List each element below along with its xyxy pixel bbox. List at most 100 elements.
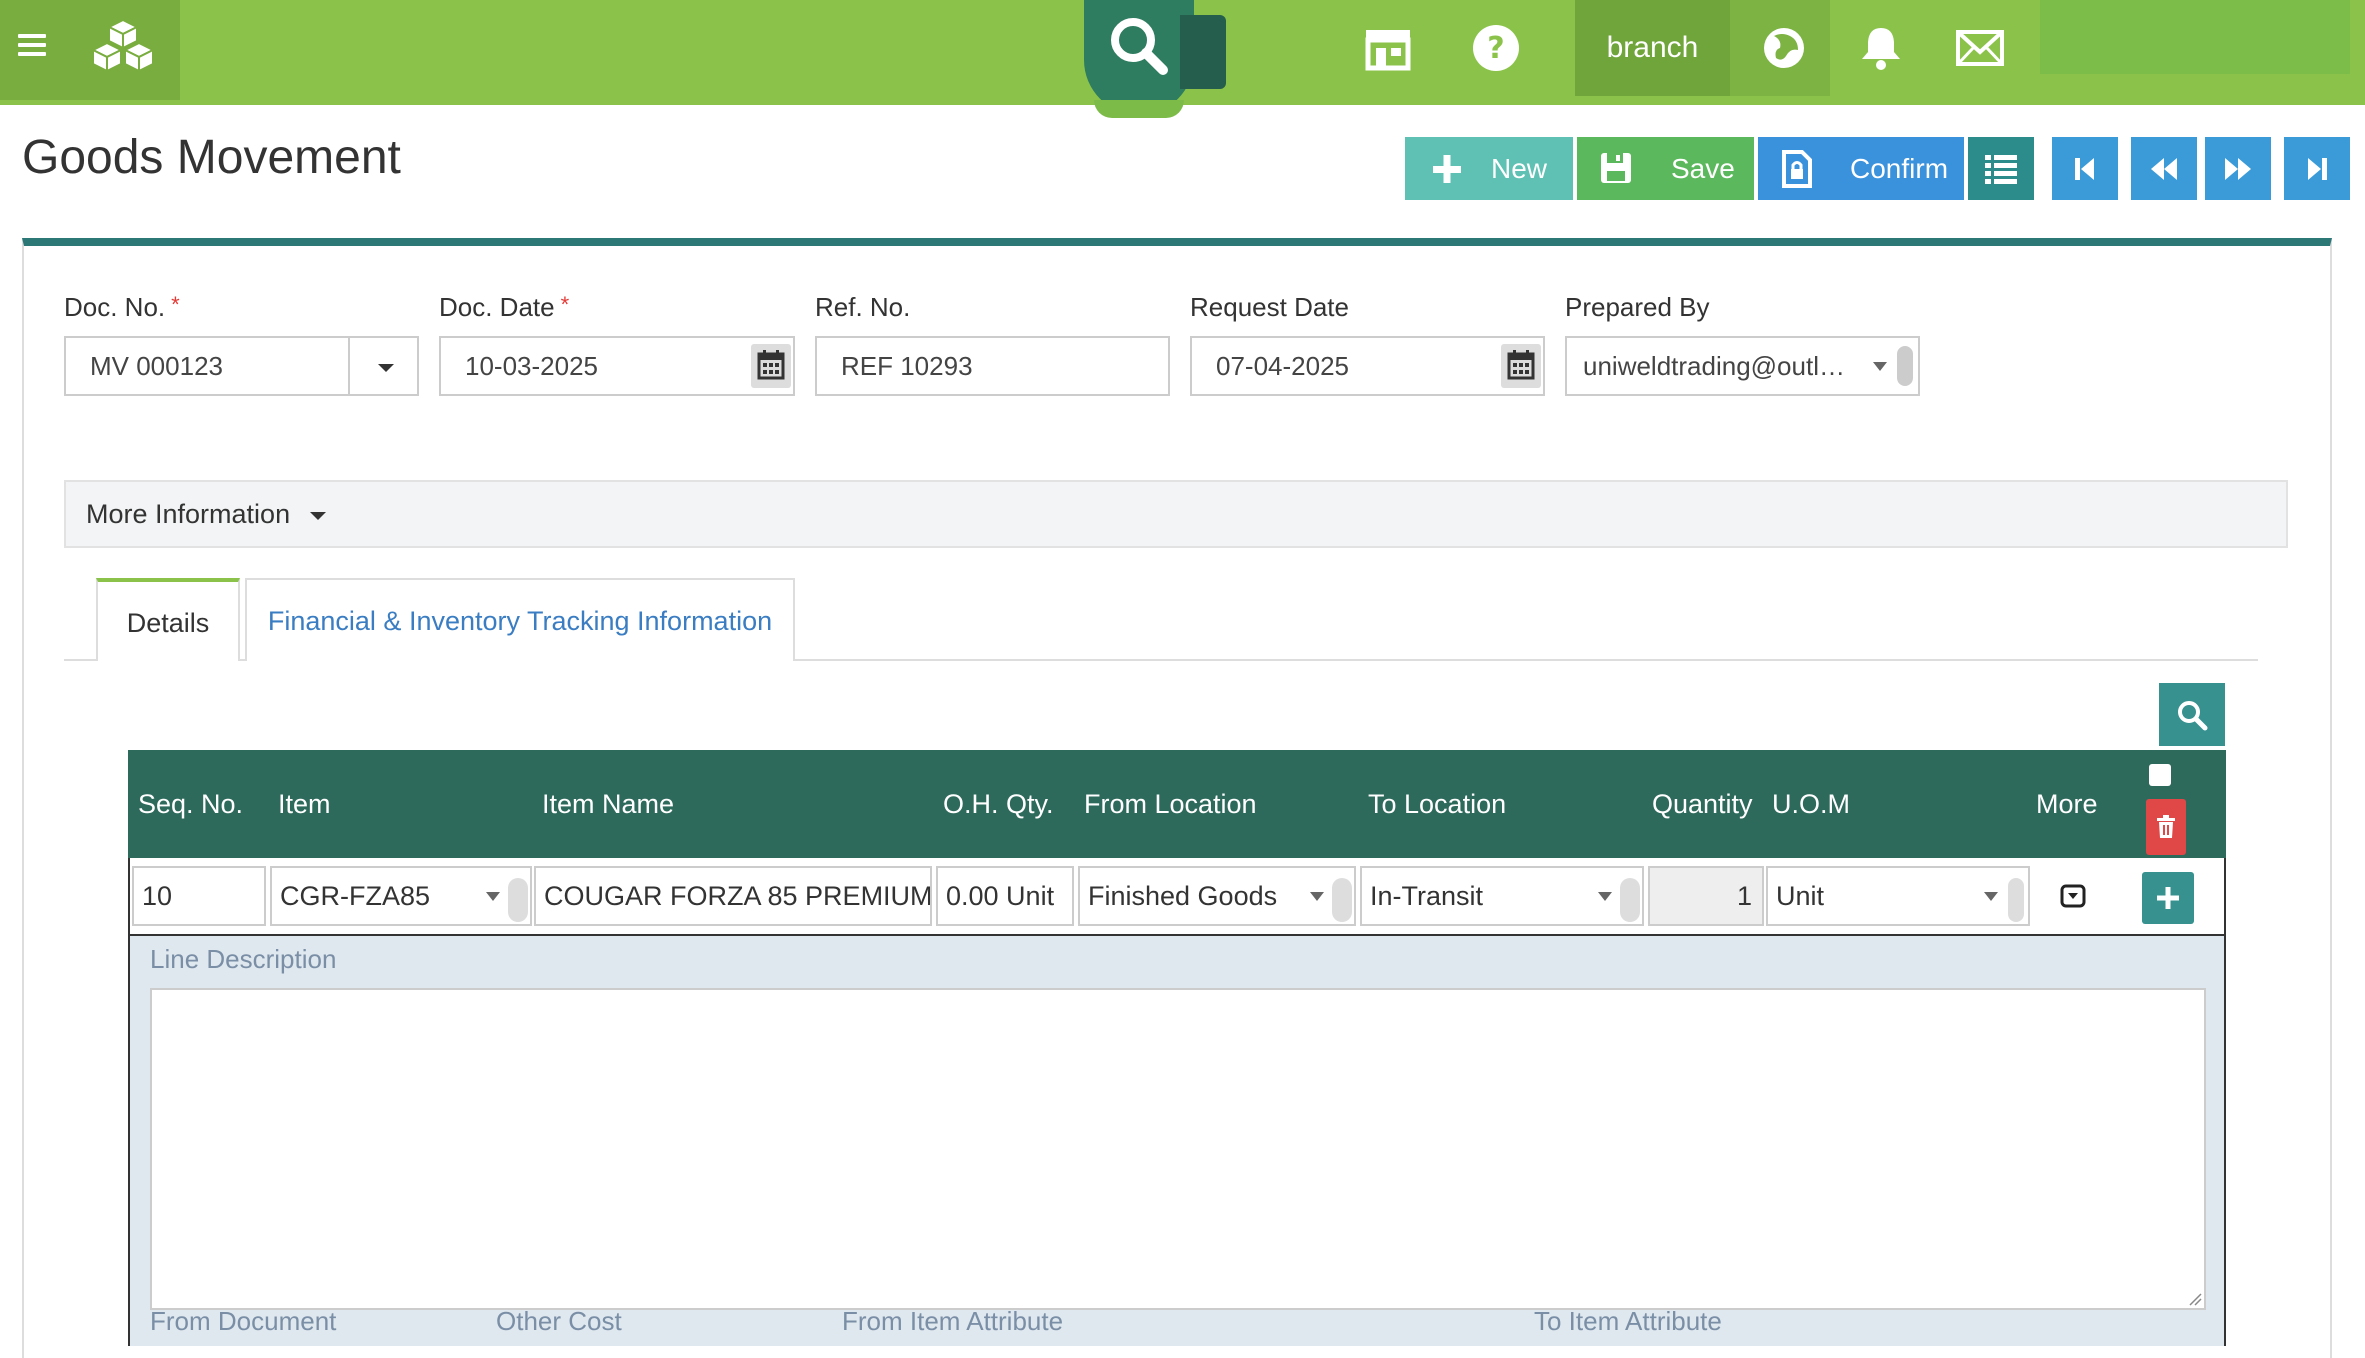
resize-handle-icon[interactable]: [2188, 1292, 2202, 1306]
previous-record-button[interactable]: [2131, 137, 2197, 200]
line-description-textarea[interactable]: [150, 988, 2206, 1310]
select-all-checkbox[interactable]: [2149, 764, 2171, 786]
confirm-button[interactable]: Confirm: [1758, 137, 1964, 200]
svg-text:?: ?: [1487, 31, 1504, 66]
store-icon[interactable]: [1360, 20, 1416, 76]
request-date-label: Request Date: [1190, 292, 1349, 322]
from-document-label: From Document: [150, 1306, 337, 1336]
col-uom: U.O.M: [1772, 789, 1850, 819]
col-from-location: From Location: [1084, 789, 1257, 819]
search-icon: [2178, 700, 2208, 730]
link-icon[interactable]: [1620, 878, 1640, 922]
seq-no-cell[interactable]: 10: [132, 866, 266, 926]
calendar-button[interactable]: [1501, 344, 1541, 388]
col-item-name: Item Name: [542, 789, 675, 819]
page-title: Goods Movement: [22, 131, 401, 184]
globe-icon: [1764, 28, 1804, 68]
from-location-cell[interactable]: Finished Goods: [1078, 866, 1356, 926]
branch-label: branch: [1606, 31, 1699, 64]
confirm-button-label: Confirm: [1850, 152, 1949, 184]
new-button[interactable]: New: [1405, 137, 1573, 200]
tab-financial-inventory[interactable]: Financial & Inventory Tracking Informati…: [245, 578, 795, 661]
from-item-attribute-label: From Item Attribute: [842, 1306, 1064, 1336]
grid-header: Seq. No. Item Item Name O.H. Qty. From L…: [128, 750, 2226, 858]
next-record-button[interactable]: [2205, 137, 2271, 200]
help-icon[interactable]: ?: [1468, 20, 1524, 76]
global-search-extension[interactable]: [1180, 15, 1226, 89]
plus-icon: [2157, 887, 2179, 909]
chevron-down-icon[interactable]: [1310, 892, 1324, 901]
chevron-down-icon[interactable]: [378, 364, 394, 372]
more-information-label: More Information: [86, 499, 291, 529]
tab-details[interactable]: Details: [96, 578, 240, 661]
request-date-value: 07-04-2025: [1216, 351, 1349, 381]
floppy-icon: [1601, 152, 1631, 183]
new-button-label: New: [1491, 152, 1548, 184]
link-icon[interactable]: [508, 878, 528, 922]
bell-icon[interactable]: [1853, 20, 1909, 76]
chevron-down-icon[interactable]: [1984, 892, 1998, 901]
col-seq-no: Seq. No.: [138, 789, 244, 819]
add-row-button[interactable]: [2142, 872, 2194, 924]
language-button[interactable]: [1730, 0, 1830, 96]
skip-first-icon: [2075, 157, 2094, 180]
trash-icon: [2157, 815, 2175, 838]
document-lock-icon: [1782, 149, 1812, 188]
oh-qty-cell: 0.00 Unit: [936, 866, 1074, 926]
logo-cubes-icon[interactable]: [90, 18, 156, 74]
calendar-button[interactable]: [751, 344, 791, 388]
item-name-cell[interactable]: COUGAR FORZA 85 PREMIUM S: [534, 866, 932, 926]
branch-selector[interactable]: branch: [1575, 0, 1730, 96]
other-cost-label: Other Cost: [496, 1306, 622, 1336]
line-detail-area: Line Description From Document Other Cos…: [128, 936, 2226, 1346]
calendar-icon: [1507, 350, 1535, 380]
doc-date-value: 10-03-2025: [465, 351, 598, 381]
chevron-down-icon[interactable]: [1873, 362, 1887, 371]
chevron-down-icon[interactable]: [1598, 892, 1612, 901]
line-description-label: Line Description: [150, 944, 337, 974]
ref-no-field[interactable]: REF 10293: [815, 336, 1170, 396]
scroll-handle[interactable]: [2008, 878, 2024, 922]
list-icon: [1985, 154, 2017, 184]
to-location-cell[interactable]: In-Transit: [1360, 866, 1644, 926]
plus-icon: [1433, 154, 1461, 183]
delete-rows-button[interactable]: [2146, 799, 2186, 855]
scroll-handle[interactable]: [1897, 346, 1913, 386]
rewind-icon: [2151, 157, 2177, 180]
mail-icon[interactable]: [1952, 20, 2008, 76]
doc-no-field[interactable]: MV 000123: [64, 336, 419, 396]
caret-down-icon: [309, 511, 326, 520]
request-date-field[interactable]: 07-04-2025: [1190, 336, 1545, 396]
doc-no-value: MV 000123: [90, 351, 223, 381]
uom-cell[interactable]: Unit: [1766, 866, 2030, 926]
col-quantity: Quantity: [1652, 789, 1753, 819]
grid-search-button[interactable]: [2159, 683, 2225, 746]
fast-forward-icon: [2225, 157, 2251, 180]
expand-more-icon[interactable]: [2060, 884, 2086, 908]
save-button-label: Save: [1671, 152, 1735, 184]
table-row: 10 CGR-FZA85 COUGAR FORZA 85 PREMIUM S 0…: [128, 858, 2226, 936]
col-item: Item: [278, 789, 331, 819]
list-view-button[interactable]: [1968, 137, 2034, 200]
ref-no-value: REF 10293: [841, 351, 973, 381]
skip-last-icon: [2308, 157, 2327, 180]
calendar-icon: [757, 350, 785, 380]
prepared-by-field[interactable]: uniweldtrading@outl…: [1565, 336, 1920, 396]
col-to-location: To Location: [1368, 789, 1507, 819]
save-button[interactable]: Save: [1577, 137, 1754, 200]
first-record-button[interactable]: [2052, 137, 2118, 200]
hamburger-icon[interactable]: [18, 34, 46, 60]
search-icon[interactable]: [1105, 12, 1175, 82]
col-more: More: [2036, 789, 2098, 819]
quantity-cell[interactable]: 1: [1648, 866, 1764, 926]
last-record-button[interactable]: [2284, 137, 2350, 200]
link-icon[interactable]: [1332, 878, 1352, 922]
doc-date-label: Doc. Date *: [439, 292, 570, 322]
prepared-by-value: uniweldtrading@outl…: [1583, 351, 1845, 381]
doc-no-label: Doc. No. *: [64, 292, 180, 322]
more-information-toggle[interactable]: More Information: [64, 480, 2288, 548]
topbar-user-area[interactable]: [2040, 0, 2350, 74]
doc-date-field[interactable]: 10-03-2025: [439, 336, 795, 396]
item-cell[interactable]: CGR-FZA85: [270, 866, 532, 926]
chevron-down-icon[interactable]: [486, 892, 500, 901]
